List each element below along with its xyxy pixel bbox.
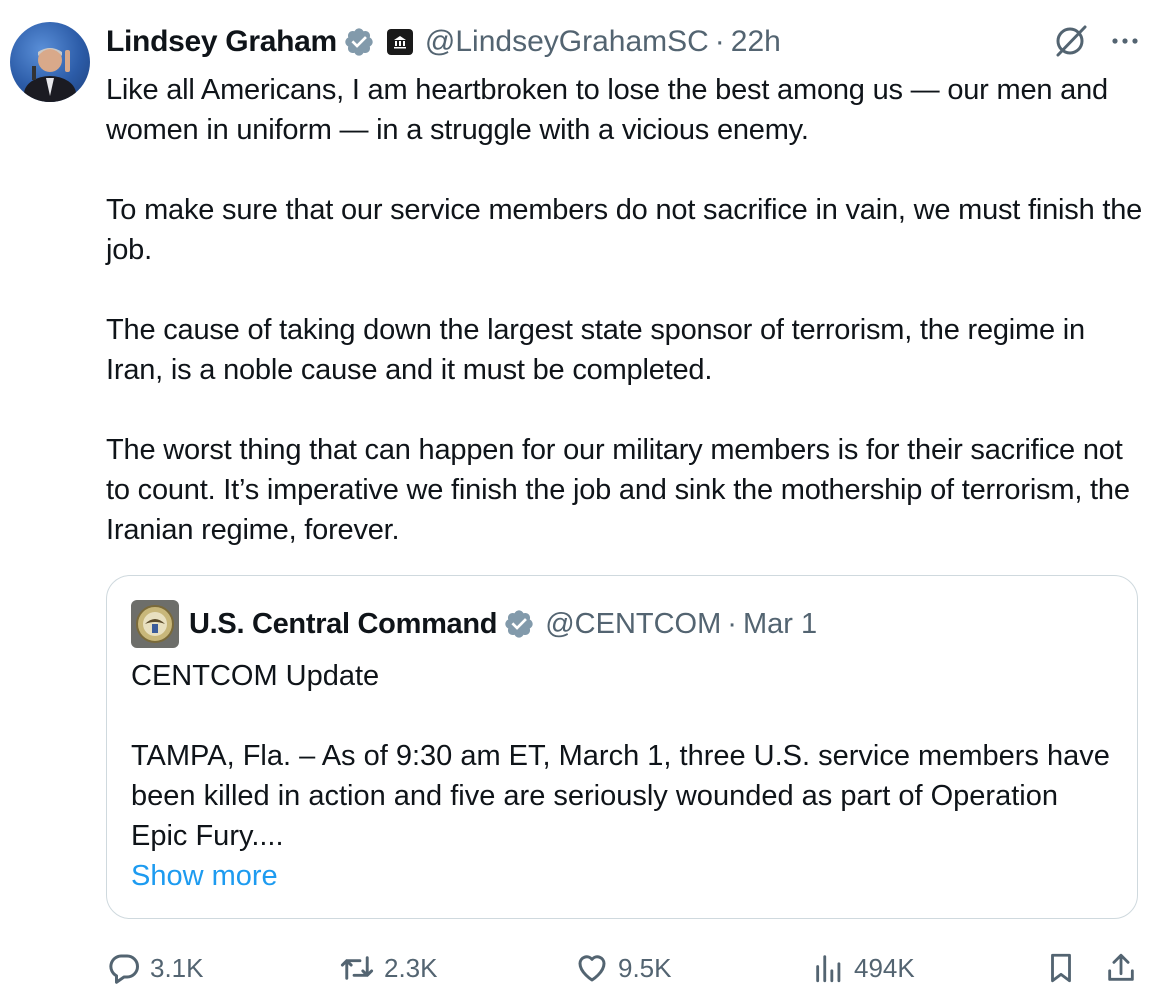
author-handle[interactable]: @LindseyGrahamSC — [425, 25, 709, 59]
like-count: 9.5K — [618, 952, 672, 983]
tweet-paragraph: The cause of taking down the largest sta… — [106, 314, 1085, 386]
author-avatar[interactable] — [10, 22, 90, 102]
quoted-author-handle[interactable]: @CENTCOM — [545, 608, 721, 641]
separator-dot: · — [727, 607, 737, 640]
repost-button[interactable]: 2.3K — [338, 946, 438, 990]
reply-icon — [109, 954, 139, 984]
like-button[interactable]: 9.5K — [574, 946, 672, 990]
views-chart-icon — [816, 955, 841, 983]
author-name[interactable]: Lindsey Graham — [106, 25, 337, 59]
quoted-tweet-timestamp[interactable]: Mar 1 — [743, 608, 817, 641]
show-more-link[interactable]: Show more — [131, 856, 1111, 896]
quoted-tweet-header: U.S. Central Command @CENTCOM · Mar 1 — [131, 600, 817, 648]
share-button[interactable] — [1104, 946, 1138, 990]
action-bar: 3.1K 2.3K 9.5K 494K — [106, 946, 1140, 990]
views-button[interactable]: 494K — [812, 946, 915, 990]
bookmark-icon — [1051, 953, 1071, 983]
tweet-paragraph: The worst thing that can happen for our … — [106, 434, 1130, 546]
repost-count: 2.3K — [384, 952, 438, 983]
tweet-paragraph: To make sure that our service members do… — [106, 194, 1143, 266]
bookmark-button[interactable] — [1044, 946, 1078, 990]
quoted-author-name[interactable]: U.S. Central Command — [189, 608, 498, 641]
quoted-tweet-card[interactable]: U.S. Central Command @CENTCOM · Mar 1 CE… — [106, 575, 1138, 919]
view-count: 494K — [854, 952, 915, 983]
quoted-tweet-paragraph: TAMPA, Fla. – As of 9:30 am ET, March 1,… — [131, 740, 1110, 852]
tweet-timestamp[interactable]: 22h — [731, 25, 781, 59]
more-options-icon[interactable] — [1110, 26, 1140, 56]
government-badge-icon — [386, 29, 413, 55]
repost-icon — [340, 956, 374, 980]
reply-count: 3.1K — [150, 952, 204, 983]
heart-icon — [578, 955, 606, 982]
centcom-avatar[interactable] — [131, 600, 179, 648]
tweet-body: Like all Americans, I am heartbroken to … — [106, 70, 1146, 590]
grok-icon[interactable] — [1052, 22, 1090, 60]
reply-button[interactable]: 3.1K — [106, 946, 204, 990]
share-icon — [1108, 953, 1134, 981]
separator-dot: · — [714, 25, 725, 58]
verified-badge-icon — [505, 610, 533, 638]
quoted-tweet-body: CENTCOM Update TAMPA, Fla. – As of 9:30 … — [131, 656, 1111, 896]
verified-badge-icon — [345, 28, 373, 56]
quoted-tweet-title: CENTCOM Update — [131, 660, 380, 692]
tweet-paragraph: Like all Americans, I am heartbroken to … — [106, 74, 1108, 146]
tweet-header: Lindsey Graham @LindseyGrahamSC · 22h — [106, 20, 1140, 64]
